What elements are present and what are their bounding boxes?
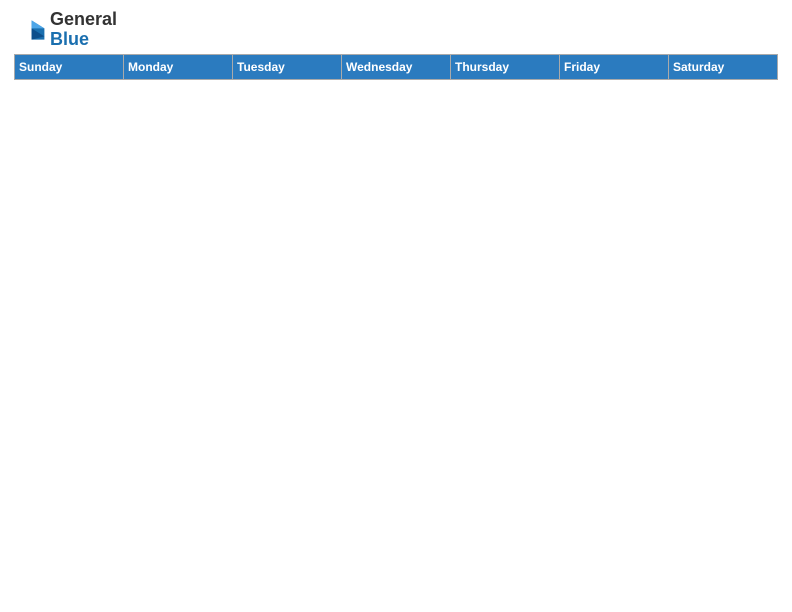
logo-text: General Blue bbox=[50, 10, 117, 50]
day-header-tuesday: Tuesday bbox=[233, 54, 342, 79]
header-row: SundayMondayTuesdayWednesdayThursdayFrid… bbox=[15, 54, 778, 79]
calendar-header: SundayMondayTuesdayWednesdayThursdayFrid… bbox=[15, 54, 778, 79]
day-header-sunday: Sunday bbox=[15, 54, 124, 79]
day-header-thursday: Thursday bbox=[451, 54, 560, 79]
header: General Blue bbox=[14, 10, 778, 50]
logo-icon bbox=[14, 14, 46, 46]
calendar: SundayMondayTuesdayWednesdayThursdayFrid… bbox=[14, 54, 778, 80]
logo-general: General bbox=[50, 9, 117, 29]
logo-blue: Blue bbox=[50, 29, 89, 49]
logo: General Blue bbox=[14, 10, 117, 50]
day-header-saturday: Saturday bbox=[669, 54, 778, 79]
day-header-wednesday: Wednesday bbox=[342, 54, 451, 79]
day-header-friday: Friday bbox=[560, 54, 669, 79]
page-container: General Blue SundayMondayTuesdayWednesda… bbox=[0, 0, 792, 612]
day-header-monday: Monday bbox=[124, 54, 233, 79]
